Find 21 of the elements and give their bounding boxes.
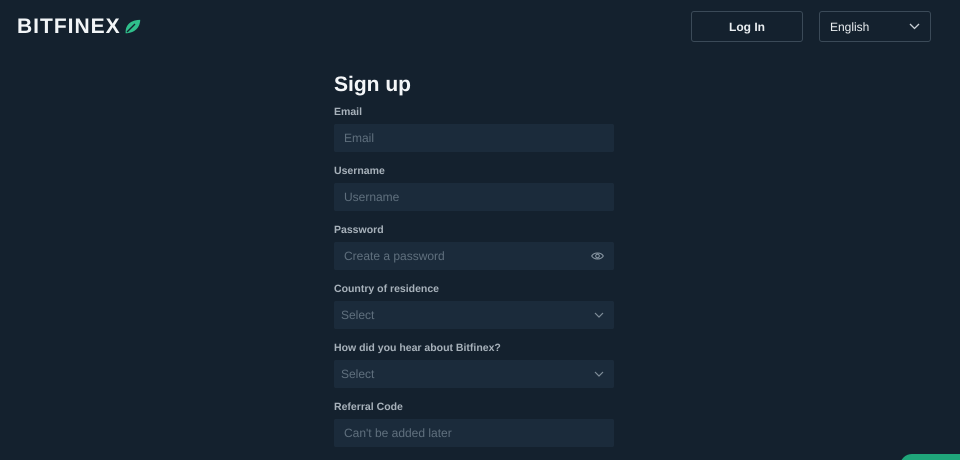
field-label: Country of residence	[334, 282, 440, 296]
field-label: How did you hear about Bitfinex?	[334, 341, 502, 356]
chevron-down-icon	[594, 312, 604, 318]
page-title: Sign up	[334, 72, 412, 98]
chevron-down-icon	[594, 371, 604, 378]
leaf-icon	[122, 18, 142, 35]
password-field[interactable]: Create a password	[334, 242, 614, 270]
field-label: Referral Code	[334, 400, 404, 414]
eye-icon[interactable]	[591, 252, 604, 261]
language-dropdown[interactable]: English	[819, 11, 931, 42]
input-field[interactable]: Can't be added later	[334, 419, 614, 448]
select-dropdown[interactable]: Select	[334, 360, 614, 388]
field-label: Username	[334, 164, 386, 178]
input-field[interactable]: Username	[334, 183, 614, 212]
select-dropdown[interactable]: Select	[334, 301, 614, 330]
brand-logo[interactable]: BITFINEX	[17, 16, 121, 37]
field-label: Email	[334, 105, 364, 120]
field-label: Password	[334, 223, 385, 238]
login-button[interactable]: Log In	[691, 11, 803, 42]
chevron-down-icon	[909, 23, 920, 30]
input-field[interactable]: Email	[334, 124, 614, 152]
